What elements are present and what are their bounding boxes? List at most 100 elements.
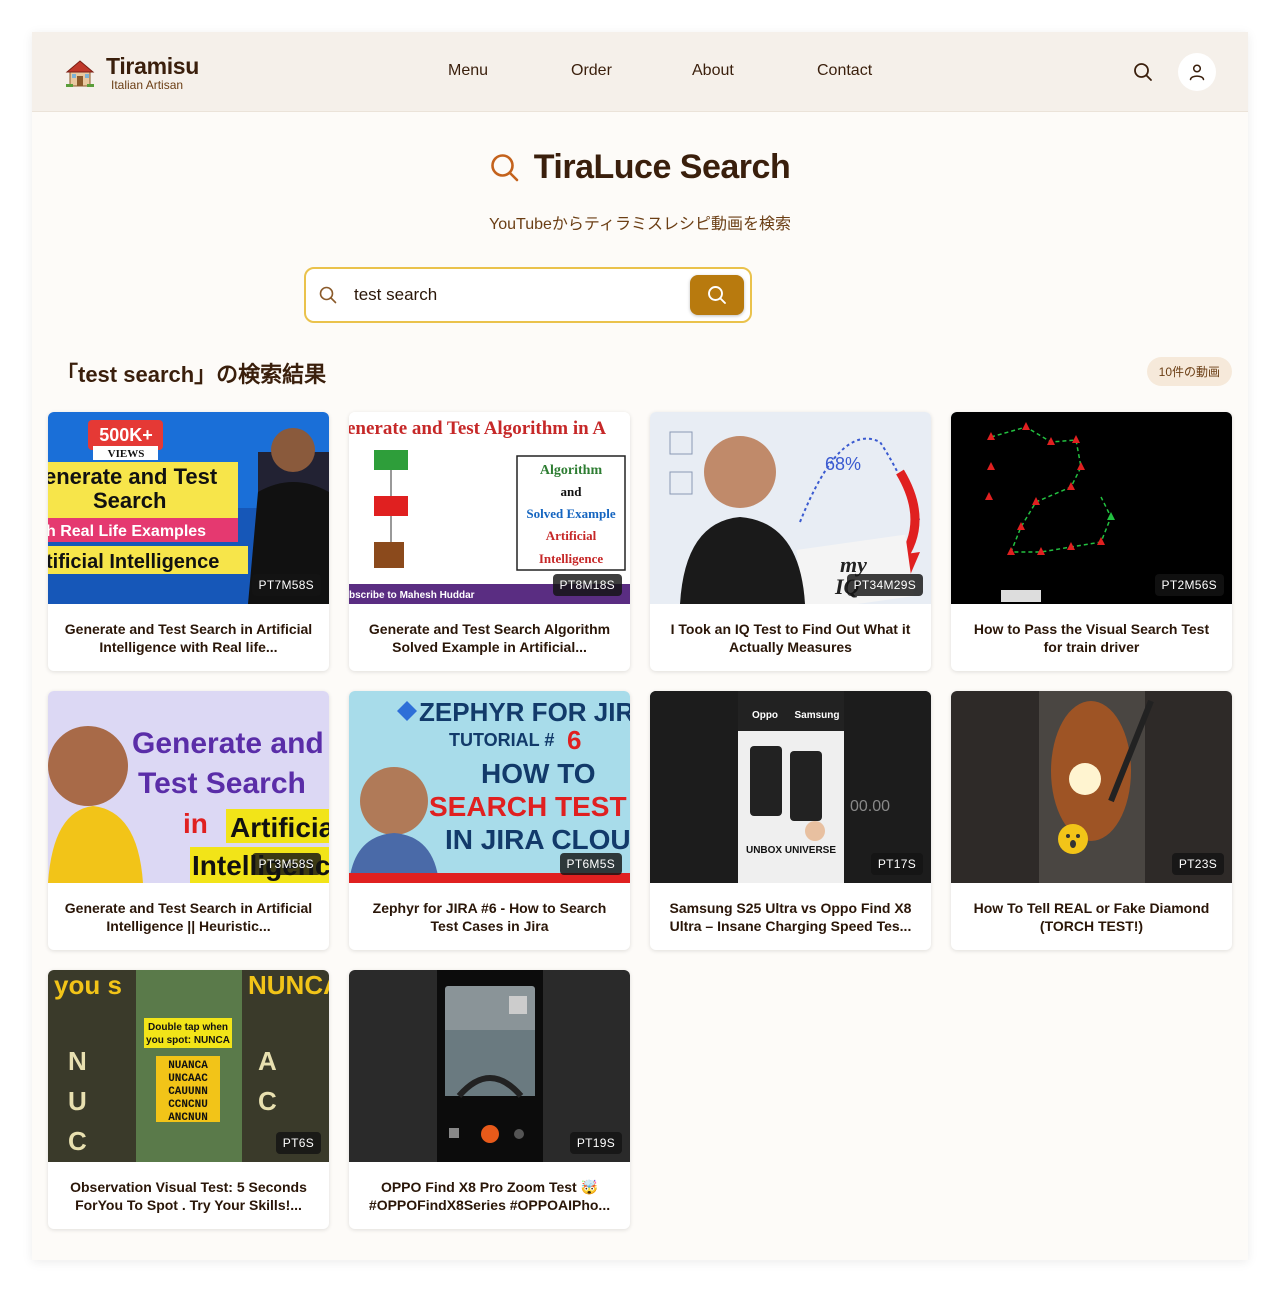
video-grid: 500K+ VIEWS enerate and Test Search h Re…: [48, 412, 1232, 1229]
video-thumbnail[interactable]: Generate and Test Search in Artificial I…: [48, 691, 329, 883]
video-card[interactable]: PT23S How To Tell REAL or Fake Diamond (…: [951, 691, 1232, 950]
thumb-text: Algorithm: [540, 463, 603, 478]
video-thumbnail[interactable]: PT19S: [349, 970, 630, 1162]
video-card[interactable]: 500K+ VIEWS enerate and Test Search h Re…: [48, 412, 329, 671]
thumb-text: Intelligence: [539, 551, 603, 566]
thumb-text: VIEWS: [108, 448, 145, 460]
thumb-text: SEARCH TEST CASE: [429, 791, 630, 822]
video-title[interactable]: Generate and Test Search in Artificial I…: [48, 604, 329, 656]
video-thumbnail[interactable]: ZEPHYR FOR JIRA TUTORIAL # 6 HOW TO SEAR…: [349, 691, 630, 883]
video-duration: PT2M56S: [1154, 574, 1224, 596]
thumb-text: enerate and Test: [48, 464, 218, 489]
video-duration: PT6M5S: [559, 853, 622, 875]
video-card[interactable]: ZEPHYR FOR JIRA TUTORIAL # 6 HOW TO SEAR…: [349, 691, 630, 950]
video-duration: PT23S: [1171, 853, 1224, 875]
thumb-text: Test Search: [138, 767, 306, 800]
video-title[interactable]: Zephyr for JIRA #6 - How to Search Test …: [349, 883, 630, 935]
page-subtitle: YouTubeからティラミスレシピ動画を検索: [489, 216, 791, 233]
svg-text:N: N: [68, 1046, 87, 1076]
video-thumbnail[interactable]: Oppo Samsung UNBOX UNIVERSE 00.00 PT17S: [650, 691, 931, 883]
video-thumbnail[interactable]: 68% my IQ PT34M29S: [650, 412, 931, 604]
thumb-text: CAUUNN: [168, 1086, 208, 1098]
video-thumbnail[interactable]: PT23S: [951, 691, 1232, 883]
thumb-text: NUANCA: [168, 1060, 208, 1072]
thumb-text: 500K+: [99, 425, 153, 445]
video-card[interactable]: Oppo Samsung UNBOX UNIVERSE 00.00 PT17S …: [650, 691, 931, 950]
thumb-text: Samsung: [794, 710, 839, 721]
search-submit-button[interactable]: [690, 275, 744, 315]
thumb-text: bscribe to Mahesh Huddar: [349, 590, 475, 601]
thumb-text: UNCAAC: [168, 1073, 208, 1085]
thumb-text: enerate and Test Algorithm in A: [349, 418, 606, 439]
nav-order[interactable]: Order: [571, 62, 692, 80]
video-duration: PT7M58S: [251, 574, 321, 596]
thumb-text: you s: [54, 970, 122, 1000]
thumb-text: h Real Life Examples: [48, 523, 206, 540]
search-icon: [318, 285, 338, 305]
thumb-text: ANCNUN: [168, 1112, 208, 1124]
search-icon: [708, 286, 726, 304]
video-title[interactable]: I Took an IQ Test to Find Out What it Ac…: [650, 604, 931, 656]
thumb-text: 00.00: [850, 798, 890, 815]
house-icon: [65, 60, 95, 87]
thumb-text: you spot: NUNCA: [146, 1035, 230, 1046]
thumb-text: in: [183, 808, 208, 839]
thumb-text: 6: [567, 725, 581, 755]
video-duration: PT8M18S: [552, 574, 622, 596]
results-heading: 「test search」の検索結果: [56, 362, 327, 387]
header-actions: [1124, 53, 1216, 91]
thumb-text: ZEPHYR FOR JIRA: [419, 697, 630, 727]
thumb-text: tificial Intelligence: [48, 551, 219, 573]
video-card[interactable]: enerate and Test Algorithm in A Algorith…: [349, 412, 630, 671]
video-title[interactable]: How To Tell REAL or Fake Diamond (TORCH …: [951, 883, 1232, 935]
brand-name: Tiramisu: [106, 53, 200, 79]
video-title[interactable]: OPPO Find X8 Pro Zoom Test 🤯 #OPPOFindX8…: [349, 1162, 630, 1214]
search-icon: [490, 153, 519, 181]
thumb-text: Artificial: [230, 812, 329, 843]
user-account-button[interactable]: [1178, 53, 1216, 91]
video-card[interactable]: you s NUNCA Double tap when you spot: NU…: [48, 970, 329, 1229]
user-icon: [1189, 64, 1205, 81]
brand-logo[interactable]: Tiramisu Italian Artisan: [64, 54, 199, 92]
svg-text:C: C: [68, 1126, 87, 1156]
results-count-badge: 10件の動画: [1146, 357, 1232, 386]
video-title[interactable]: Samsung S25 Ultra vs Oppo Find X8 Ultra …: [650, 883, 931, 935]
thumb-text: NUNCA: [248, 970, 329, 1000]
video-title[interactable]: Generate and Test Search in Artificial I…: [48, 883, 329, 935]
svg-text:A: A: [258, 1046, 277, 1076]
nav-contact[interactable]: Contact: [817, 62, 872, 80]
video-duration: PT19S: [569, 1132, 622, 1154]
main-nav: Menu Order About Contact: [448, 62, 872, 80]
video-card[interactable]: PT2M56S How to Pass the Visual Search Te…: [951, 412, 1232, 671]
video-title[interactable]: Generate and Test Search Algorithm Solve…: [349, 604, 630, 656]
thumb-text: TUTORIAL #: [449, 730, 554, 750]
nav-menu[interactable]: Menu: [448, 62, 571, 80]
video-card[interactable]: Generate and Test Search in Artificial I…: [48, 691, 329, 950]
video-thumbnail[interactable]: enerate and Test Algorithm in A Algorith…: [349, 412, 630, 604]
thumb-text: Generate and: [132, 727, 324, 760]
thumb-text: 68%: [825, 454, 861, 474]
brand-tagline: Italian Artisan: [111, 78, 184, 92]
video-thumbnail[interactable]: 500K+ VIEWS enerate and Test Search h Re…: [48, 412, 329, 604]
video-duration: PT6S: [275, 1132, 321, 1154]
nav-about[interactable]: About: [692, 62, 817, 80]
video-thumbnail[interactable]: you s NUNCA Double tap when you spot: NU…: [48, 970, 329, 1162]
video-duration: PT17S: [870, 853, 923, 875]
search-icon: [1134, 63, 1152, 81]
app-frame: Tiramisu Italian Artisan Menu Order Abou…: [32, 32, 1248, 1260]
thumb-text: and: [561, 484, 583, 499]
search-input[interactable]: [354, 285, 654, 305]
video-title[interactable]: How to Pass the Visual Search Test for t…: [951, 604, 1232, 656]
header-search-button[interactable]: [1124, 53, 1162, 91]
thumb-text: CCNCNU: [168, 1099, 208, 1111]
video-card[interactable]: PT19S OPPO Find X8 Pro Zoom Test 🤯 #OPPO…: [349, 970, 630, 1229]
page-title: TiraLuce Search: [533, 148, 791, 186]
thumb-text: Artificial: [546, 528, 597, 543]
video-thumbnail[interactable]: PT2M56S: [951, 412, 1232, 604]
video-duration: PT3M58S: [251, 853, 321, 875]
thumb-text: Solved Example: [526, 506, 615, 521]
svg-text:U: U: [68, 1086, 87, 1116]
video-title[interactable]: Observation Visual Test: 5 Seconds ForYo…: [48, 1162, 329, 1214]
video-card[interactable]: 68% my IQ PT34M29S I Took an IQ Test to …: [650, 412, 931, 671]
svg-text:C: C: [258, 1086, 277, 1116]
